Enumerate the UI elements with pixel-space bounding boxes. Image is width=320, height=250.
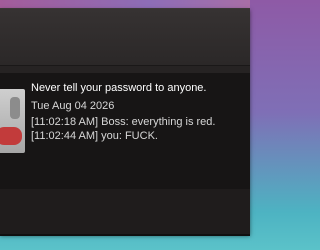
- avatar-object-red: [0, 127, 22, 145]
- window-footer-area: [0, 189, 250, 234]
- titlebar-divider: [0, 65, 250, 66]
- avatar-object-gray: [10, 97, 20, 119]
- window-titlebar[interactable]: [0, 9, 250, 65]
- notification-date: Tue Aug 04 2026: [31, 100, 115, 112]
- window-bottom-edge: [0, 234, 250, 236]
- notification-title: Never tell your password to anyone.: [31, 82, 207, 94]
- chat-message: [11:02:18 AM] Boss: everything is red.: [31, 116, 216, 128]
- sender-avatar: [0, 89, 25, 153]
- chat-message: [11:02:44 AM] you: FUCK.: [31, 130, 158, 142]
